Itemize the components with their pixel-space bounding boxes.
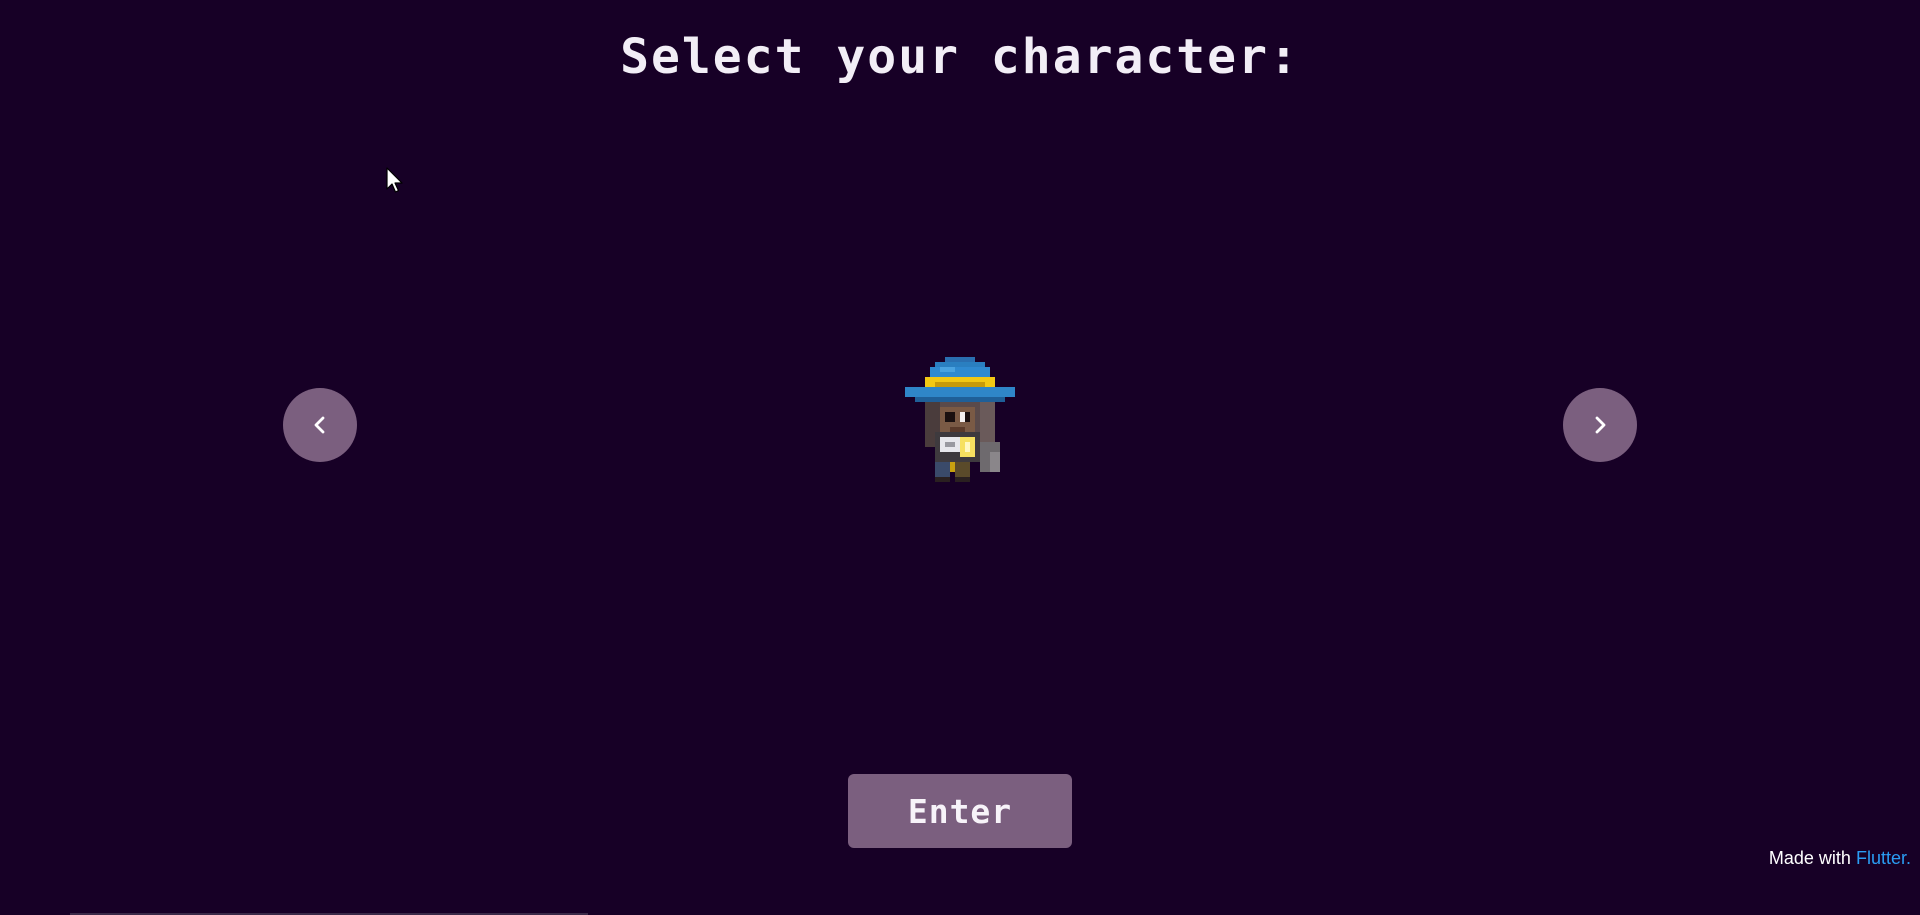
previous-character-button[interactable] — [283, 388, 357, 462]
chevron-right-icon — [1595, 416, 1606, 434]
flutter-brand-label: Flutter. — [1855, 848, 1911, 868]
chevron-left-icon — [314, 416, 325, 434]
mouse-cursor-icon — [386, 167, 406, 199]
page-title: Select your character: — [620, 29, 1300, 85]
made-with-label: Made with — [1768, 848, 1851, 868]
character-preview — [890, 347, 1030, 507]
enter-button[interactable]: Enter — [848, 774, 1072, 848]
next-character-button[interactable] — [1563, 388, 1637, 462]
made-with-flutter-badge[interactable]: Made with Flutter. — [1769, 848, 1911, 869]
wizard-character-sprite — [905, 357, 1015, 482]
